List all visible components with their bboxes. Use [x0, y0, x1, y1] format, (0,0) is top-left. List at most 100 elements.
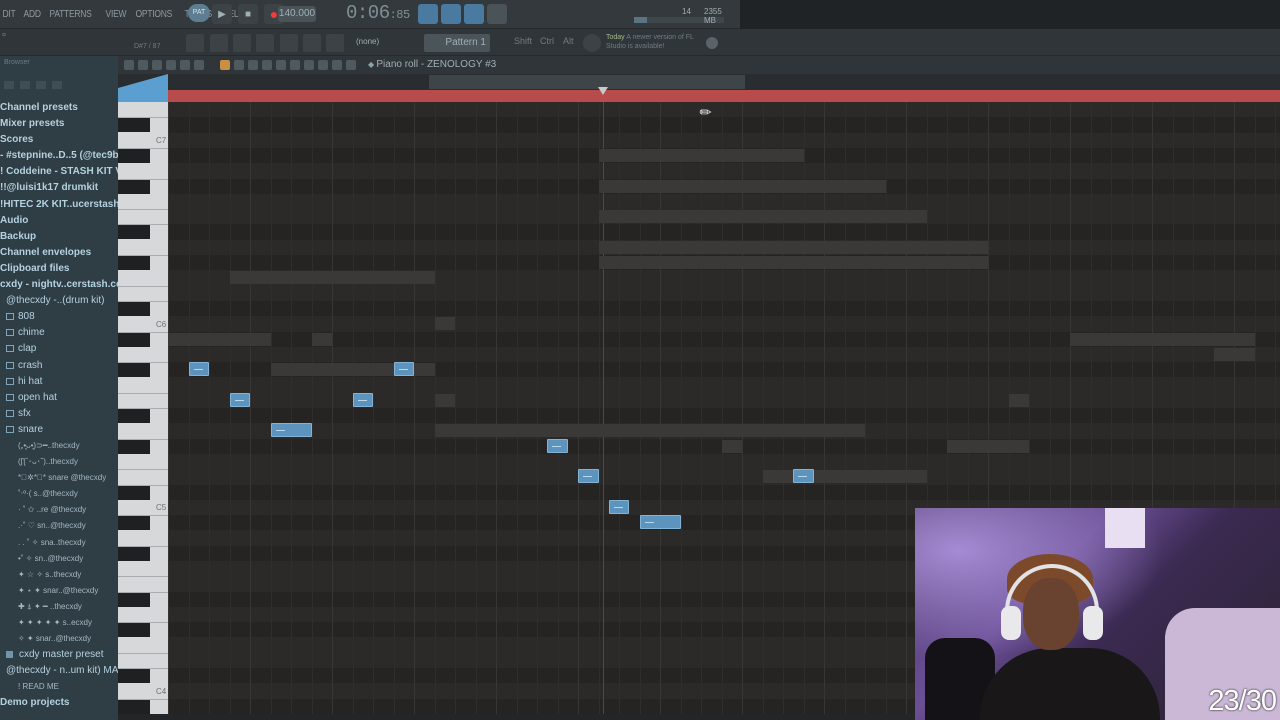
browser-item[interactable]: Channel envelopes	[0, 245, 118, 261]
browser-file-item[interactable]: ✚ ⍋ ✦ ━ ..thecxdy	[0, 599, 118, 615]
browser-file-item[interactable]: *ﾟ✲*ﾟ* snare @thecxdy	[0, 470, 118, 486]
paint-tool-icon[interactable]	[234, 60, 244, 70]
stop-button[interactable]: ■	[238, 4, 258, 24]
browser-folder-item[interactable]: chime	[0, 325, 118, 341]
channel-rack-icon[interactable]	[210, 34, 228, 52]
black-key[interactable]	[118, 363, 150, 378]
recording-blend-icon[interactable]	[464, 4, 484, 24]
pattern-song-toggle[interactable]: PAT	[188, 4, 210, 22]
microphone-icon[interactable]	[326, 34, 344, 52]
piano-roll-menu-icon[interactable]	[124, 60, 134, 70]
browser-item[interactable]: cxdy master preset	[0, 647, 118, 663]
playhead-marker[interactable]	[598, 87, 608, 95]
browser-item[interactable]: @thecxdy - n..um kit) MAC	[0, 663, 118, 679]
plugin-picker-icon[interactable]	[303, 34, 321, 52]
browser-options-icon[interactable]	[52, 81, 62, 89]
song-time-display[interactable]: 0:06:85	[346, 2, 410, 24]
browser-file-item[interactable]: ! READ ME	[0, 679, 118, 695]
browser-folder-item[interactable]: clap	[0, 341, 118, 357]
midi-note[interactable]	[578, 469, 599, 484]
menu-item-options[interactable]: OPTIONS	[133, 9, 175, 20]
zoom-tool-icon[interactable]	[318, 60, 328, 70]
slip-tool-icon[interactable]	[276, 60, 286, 70]
midi-note[interactable]	[229, 392, 250, 407]
browser-file-item[interactable]: („•͈ᴗ•͈)⊃━..thecxdy	[0, 438, 118, 454]
browser-file-item[interactable]: ✧ ✦ snar..@thecxdy	[0, 631, 118, 647]
browser-item[interactable]: cxdy - nightv..cerstash.com	[0, 277, 118, 293]
speaker-icon[interactable]	[346, 60, 356, 70]
browser-back-icon[interactable]	[4, 81, 14, 89]
browser-search-icon[interactable]	[36, 81, 46, 89]
browser-file-item[interactable]: . . ˚ ✧ sna..thecxdy	[0, 535, 118, 551]
black-key[interactable]	[118, 546, 150, 561]
piano-roll-overview[interactable]	[118, 74, 1280, 90]
stamp-icon[interactable]	[194, 60, 204, 70]
browser-file-item[interactable]: ✦ ⋆ ✦ snar..@thecxdy	[0, 583, 118, 599]
browser-item[interactable]: Mixer presets	[0, 116, 118, 132]
pattern-selector[interactable]: Pattern 1	[424, 34, 490, 52]
overview-selection[interactable]	[429, 75, 745, 89]
step-edit-icon[interactable]	[441, 4, 461, 24]
midi-note[interactable]	[188, 362, 209, 377]
midi-note[interactable]	[793, 469, 814, 484]
browser-file-item[interactable]: .·˚ ♡ sn..@thecxdy	[0, 518, 118, 534]
browser-folder-item[interactable]: sfx	[0, 406, 118, 422]
midi-note[interactable]	[547, 438, 568, 453]
playback-tool-icon[interactable]	[332, 60, 342, 70]
browser-icon[interactable]	[256, 34, 274, 52]
typing-keyboard-icon[interactable]	[418, 4, 438, 24]
play-button[interactable]: ▶	[212, 4, 232, 24]
browser-collapse-icon[interactable]	[20, 81, 30, 89]
menu-item-view[interactable]: VIEW	[103, 9, 129, 20]
midi-note[interactable]	[270, 423, 312, 438]
midi-note[interactable]	[352, 392, 373, 407]
browser-folder-item[interactable]: hi hat	[0, 374, 118, 390]
menu-item-dit[interactable]: DIT	[0, 9, 18, 20]
piano-roll-icon[interactable]	[233, 34, 251, 52]
browser-item[interactable]: !!@luisi1k17 drumkit	[0, 180, 118, 196]
black-key[interactable]	[118, 485, 150, 500]
record-note-icon[interactable]	[180, 60, 190, 70]
update-notice[interactable]: Today A newer version of FL Studio is av…	[606, 33, 706, 51]
browser-item[interactable]: !HITEC 2K KIT..ucerstash.com	[0, 197, 118, 213]
black-key[interactable]	[118, 148, 150, 163]
black-key[interactable]	[118, 118, 150, 133]
play-note-icon[interactable]	[166, 60, 176, 70]
magnet-icon[interactable]	[152, 60, 162, 70]
slice-tool-icon[interactable]	[290, 60, 300, 70]
metronome-icon[interactable]	[487, 4, 507, 24]
browser-item[interactable]: @thecxdy -..(drum kit)	[0, 293, 118, 309]
black-key[interactable]	[118, 699, 150, 714]
menu-item-add[interactable]: ADD	[21, 9, 43, 20]
mixer-icon[interactable]	[280, 34, 298, 52]
piano-keyboard[interactable]: C7 C6 C5 C4	[118, 102, 168, 714]
midi-note[interactable]	[393, 362, 414, 377]
browser-folder-item[interactable]: snare	[0, 422, 118, 438]
black-key[interactable]	[118, 409, 150, 423]
black-key[interactable]	[118, 332, 150, 347]
browser-file-item[interactable]: ✦ ☆ ✧ s..thecxdy	[0, 567, 118, 583]
black-key[interactable]	[118, 256, 150, 270]
browser-folder-item[interactable]: 808	[0, 309, 118, 325]
close-icon[interactable]	[706, 37, 718, 49]
browser-item[interactable]: Backup	[0, 229, 118, 245]
snap-icon[interactable]	[138, 60, 148, 70]
black-key[interactable]	[118, 301, 150, 316]
browser-item[interactable]: Channel presets	[0, 100, 118, 116]
select-tool-icon[interactable]	[304, 60, 314, 70]
delete-tool-icon[interactable]	[248, 60, 258, 70]
black-key[interactable]	[118, 669, 150, 684]
browser-item[interactable]: - #stepnine..D..5 (@tec9beat)	[0, 148, 118, 164]
browser-file-item[interactable]: (ʃƪ˘･ᴗ･˘)..thecxdy	[0, 454, 118, 470]
browser-file-item[interactable]: ˚‧º·( s..@thecxdy	[0, 486, 118, 502]
browser-item[interactable]: Clipboard files	[0, 261, 118, 277]
black-key[interactable]	[118, 516, 150, 531]
black-key[interactable]	[118, 225, 150, 240]
browser-item[interactable]: ! Coddeine - STASH KIT V2 !	[0, 164, 118, 180]
browser-folder-item[interactable]: crash	[0, 358, 118, 374]
news-icon[interactable]	[583, 34, 601, 52]
browser-item[interactable]: Audio	[0, 213, 118, 229]
black-key[interactable]	[118, 439, 150, 454]
draw-tool-icon[interactable]	[220, 60, 230, 70]
browser-file-item[interactable]: •˚ ✧ sn..@thecxdy	[0, 551, 118, 567]
